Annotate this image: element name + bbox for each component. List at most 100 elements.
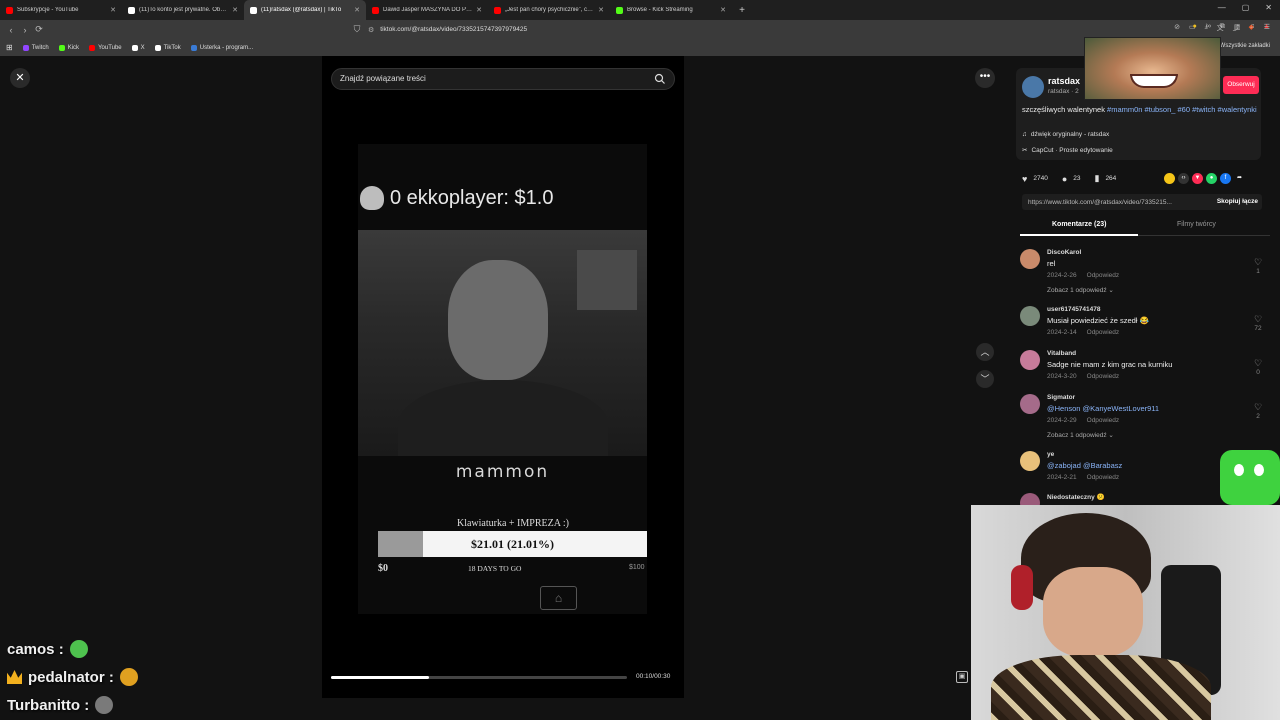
chat-username: camos :: [7, 640, 64, 658]
follow-button[interactable]: Obserwuj: [1223, 76, 1259, 94]
eye-off-icon[interactable]: ⊘: [1174, 23, 1180, 33]
close-icon[interactable]: ✕: [10, 68, 30, 88]
video-player[interactable]: 0 ekkoplayer: $1.0 mammon Klawiaturka + …: [358, 144, 647, 614]
reply-link[interactable]: Odpowiedz: [1087, 272, 1120, 279]
bookmark-item[interactable]: Kick: [58, 44, 79, 51]
commenter-name[interactable]: Niedostateczny 😕: [1047, 493, 1105, 501]
bookmark-item[interactable]: Twitch: [22, 44, 49, 51]
browser-tab[interactable]: Browse - Kick Streaming ✕: [610, 0, 732, 20]
caption-hashtags[interactable]: #mamm0n #tubson_ #60 #twitch #walentynki: [1107, 105, 1257, 114]
commenter-name[interactable]: Sigmator: [1047, 394, 1075, 401]
search-icon[interactable]: [654, 73, 666, 85]
smile-graphic: [1130, 74, 1178, 88]
heart-icon[interactable]: ♡: [1251, 314, 1265, 325]
bookmark-item[interactable]: TikTok: [154, 44, 181, 51]
tab-close-icon[interactable]: ✕: [354, 6, 360, 14]
lightbulb-icon[interactable]: ●: [1193, 23, 1197, 31]
minimize-icon[interactable]: —: [1218, 3, 1226, 12]
send-icon[interactable]: ▼: [1192, 173, 1203, 184]
facebook-icon[interactable]: f: [1220, 173, 1231, 184]
capcut-icon: ✂: [1022, 147, 1028, 154]
tab-close-icon[interactable]: ✕: [720, 6, 726, 14]
tab-creator-videos[interactable]: Filmy twórcy: [1177, 221, 1216, 228]
heart-icon[interactable]: ♡: [1251, 402, 1265, 413]
commenter-avatar[interactable]: [1020, 249, 1040, 269]
reply-link[interactable]: Odpowiedz: [1087, 373, 1120, 380]
view-replies-link[interactable]: Zobacz 1 odpowiedź ⌄: [1047, 286, 1114, 294]
comment-text: Sadge nie mam z kim grac na kurniku: [1047, 360, 1173, 369]
commenter-avatar[interactable]: [1020, 394, 1040, 414]
browser-tab[interactable]: Dawid Jasper MASZYNA DO PIERO ✕: [366, 0, 488, 20]
browser-tab[interactable]: (11)To konto jest prywatne. Obserwu ✕: [122, 0, 244, 20]
reply-link[interactable]: Odpowiedz: [1087, 474, 1120, 481]
comment-text: @Henson @KanyeWestLover911: [1047, 404, 1160, 413]
sidebar-icon[interactable]: ▥: [1234, 23, 1241, 31]
reload-icon[interactable]: ⟳: [32, 24, 46, 35]
back-icon[interactable]: ‹: [4, 25, 18, 35]
comment-like[interactable]: ♡ 0: [1251, 358, 1265, 376]
tab-close-icon[interactable]: ✕: [598, 6, 604, 14]
author-avatar[interactable]: [1022, 76, 1044, 98]
comment-like[interactable]: ♡ 2: [1251, 402, 1265, 420]
tab-close-icon[interactable]: ✕: [232, 6, 238, 14]
bookmark-star-icon[interactable]: ⛉: [350, 24, 364, 35]
video-link-field[interactable]: https://www.tiktok.com/@ratsdax/video/73…: [1022, 194, 1262, 210]
close-window-icon[interactable]: ✕: [1265, 3, 1272, 12]
address-bar[interactable]: ⚙ tiktok.com/@ratsdax/video/733521574739…: [368, 22, 908, 37]
apps-grid-icon[interactable]: ⊞: [6, 43, 13, 52]
heart-icon[interactable]: ♥: [1022, 174, 1027, 184]
view-replies-link[interactable]: Zobacz 1 odpowiedź ⌄: [1047, 431, 1114, 439]
maximize-icon[interactable]: ▢: [1242, 3, 1250, 12]
commenter-avatar[interactable]: [1020, 350, 1040, 370]
extensions-icon[interactable]: ⧉: [1220, 23, 1225, 31]
browser-tab[interactable]: Subskrypcje - YouTube ✕: [0, 0, 122, 20]
heart-icon[interactable]: ♡: [1251, 257, 1265, 268]
commenter-avatar[interactable]: [1020, 306, 1040, 326]
forward-share-icon[interactable]: ➦: [1234, 173, 1245, 184]
reply-link[interactable]: Odpowiedz: [1087, 417, 1120, 424]
more-options-icon[interactable]: •••: [975, 68, 995, 88]
whatsapp-icon[interactable]: ●: [1206, 173, 1217, 184]
commenter-avatar[interactable]: [1020, 451, 1040, 471]
menu-icon[interactable]: ☰: [1264, 23, 1270, 31]
chevron-up-icon[interactable]: ︿: [976, 343, 994, 361]
bookmark-icon: [154, 44, 161, 51]
commenter-name[interactable]: DiscoKarol: [1047, 249, 1081, 256]
author-name[interactable]: ratsdax: [1048, 76, 1080, 86]
capcut-row[interactable]: ✂ CapCut · Proste edytowanie: [1022, 146, 1113, 155]
tab-comments[interactable]: Komentarze (23): [1052, 221, 1106, 228]
chevron-down-icon[interactable]: ﹀: [976, 370, 994, 388]
site-info-icon[interactable]: ⚙: [368, 26, 374, 34]
all-bookmarks-link[interactable]: Wszystkie zakładki: [1220, 43, 1270, 49]
copy-link-button[interactable]: Skopiuj łącze: [1217, 194, 1258, 210]
commenter-name[interactable]: ye: [1047, 451, 1054, 458]
sound-row[interactable]: ♫ dźwięk oryginalny - ratsdax: [1022, 131, 1109, 138]
bookmark-item[interactable]: Usterka - program...: [190, 44, 253, 51]
commenter-name[interactable]: Vitalband: [1047, 350, 1076, 357]
tab-close-icon[interactable]: ✕: [476, 6, 482, 14]
new-tab-button[interactable]: +: [732, 5, 752, 16]
media-icon[interactable]: ♫: [1249, 23, 1254, 31]
bookmark-item[interactable]: X: [131, 44, 145, 51]
reply-link[interactable]: Odpowiedz: [1087, 329, 1120, 336]
bookmark-icon[interactable]: ▮: [1094, 173, 1099, 184]
tab-close-icon[interactable]: ✕: [110, 6, 116, 14]
comment-like[interactable]: ♡ 1: [1251, 257, 1265, 275]
browser-tab[interactable]: „Jest pan chory psychicznie”, czyli o ✕: [488, 0, 610, 20]
forward-icon[interactable]: ›: [18, 25, 32, 35]
commenter-name[interactable]: user6174574147​8: [1047, 306, 1101, 313]
bookmark-item[interactable]: YouTube: [89, 44, 122, 51]
comment-icon[interactable]: ●: [1062, 174, 1067, 184]
browser-tab[interactable]: (11)ratsdax (@ratsdax) | TikTo ✕: [244, 0, 366, 20]
emoji-share-icon[interactable]: [1164, 173, 1175, 184]
stream-webcam: [358, 230, 647, 456]
youtube-icon: [372, 6, 379, 14]
engagement-stats: ♥ 2740 ● 23 ▮ 264: [1022, 173, 1116, 184]
mini-player-icon[interactable]: ▣: [956, 671, 968, 683]
search-input[interactable]: Znajdź powiązane treści: [331, 68, 675, 90]
comment-like[interactable]: ♡ 72: [1251, 314, 1265, 332]
embed-icon[interactable]: ‹›: [1178, 173, 1189, 184]
video-progress-bar[interactable]: [331, 676, 627, 679]
heart-icon[interactable]: ♡: [1251, 358, 1265, 369]
link-icon[interactable]: ∞: [1206, 23, 1211, 31]
